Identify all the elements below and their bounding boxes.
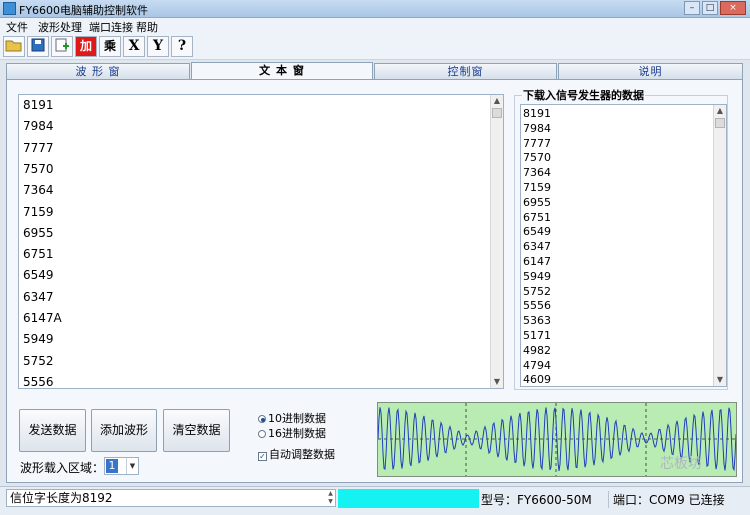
open-folder-icon[interactable]	[3, 36, 25, 57]
save-icon[interactable]	[27, 36, 49, 57]
tab-text[interactable]: 文 本 窗	[191, 62, 373, 80]
close-icon[interactable]: ×	[720, 1, 746, 15]
status-port: 端口：COM9 已连接	[608, 491, 725, 508]
scroll-thumb[interactable]	[492, 108, 502, 118]
y-axis-button[interactable]: Y	[147, 36, 169, 57]
window-title: FY6600电脑辅助控制软件	[19, 4, 149, 17]
send-data-button[interactable]: 发送数据	[19, 409, 86, 452]
list-item: 5363	[523, 314, 551, 328]
text-line: 7570	[23, 161, 54, 176]
auto-adjust-label: 自动调整数据	[269, 448, 335, 461]
toolbar: 加 乘 X Y ?	[0, 34, 750, 60]
list-item: 7570	[523, 151, 551, 165]
chevron-down-icon[interactable]: ▼	[126, 458, 138, 474]
download-group-title: 下载入信号发生器的数据	[522, 87, 645, 103]
text-line: 6955	[23, 225, 54, 240]
load-region-label: 波形载入区域：	[20, 461, 105, 475]
multiply-button[interactable]: 乘	[99, 36, 121, 57]
download-list-scrollbar[interactable]: ▲ ▼	[713, 105, 726, 386]
tab-control[interactable]: 控制窗	[374, 63, 557, 79]
clear-data-button[interactable]: 清空数据	[163, 409, 230, 452]
help-button[interactable]: ?	[171, 36, 193, 57]
text-line: 6549	[23, 268, 54, 283]
radio-selected-icon	[258, 415, 266, 423]
scroll-down-icon[interactable]: ▼	[491, 376, 503, 388]
text-line: 7364	[23, 183, 54, 198]
x-axis-button[interactable]: X	[123, 36, 145, 57]
text-line: 7984	[23, 119, 54, 134]
tab-waveform[interactable]: 波 形 窗	[6, 63, 190, 79]
text-line: 5752	[23, 353, 54, 368]
add-operation-icon[interactable]: 加	[75, 36, 97, 57]
list-item: 4794	[523, 358, 551, 372]
list-item: 4609	[523, 373, 551, 387]
text-line: 8191	[23, 98, 54, 112]
status-message-field[interactable]: 信位字长度为8192 ▲ ▼	[6, 489, 336, 507]
list-item: 5949	[523, 269, 551, 283]
decimal-label: 10进制数据	[268, 412, 326, 425]
text-area-scrollbar[interactable]: ▲ ▼	[490, 95, 503, 388]
list-item: 6347	[523, 240, 551, 254]
list-item: 7777	[523, 136, 551, 150]
text-line: 5556	[23, 374, 54, 389]
list-item: 7984	[523, 121, 551, 135]
status-message: 信位字长度为8192	[10, 491, 113, 505]
list-item: 5752	[523, 284, 551, 298]
status-model: 型号：FY6600-50M	[481, 493, 592, 507]
minimize-icon[interactable]: –	[684, 1, 700, 15]
scroll-up-icon[interactable]: ▲	[714, 105, 726, 117]
radio-empty-icon	[258, 430, 266, 438]
load-region-select[interactable]: 1 ▼	[104, 457, 139, 475]
menu-help[interactable]: 帮助	[136, 19, 158, 35]
menu-wave-process[interactable]: 波形处理	[38, 19, 82, 35]
watermark-text: 芯板坊	[660, 456, 702, 472]
hex-radio[interactable]: 16进制数据	[258, 425, 326, 441]
list-item: 4982	[523, 343, 551, 357]
list-item: 8191	[523, 107, 551, 120]
text-line: 5949	[23, 332, 54, 347]
list-item: 5556	[523, 299, 551, 313]
download-data-list[interactable]: 8191 7984 7777 7570 7364 7159 6955 6751 6549 6347…	[520, 104, 727, 387]
add-waveform-button[interactable]: 添加波形	[91, 409, 157, 452]
status-color-indicator	[338, 489, 479, 508]
tab-strip: 波 形 窗 文 本 窗 控制窗 说明	[6, 62, 743, 80]
tab-instructions[interactable]: 说明	[558, 63, 743, 79]
checkmark-icon: ✓	[258, 452, 267, 461]
auto-adjust-checkbox[interactable]: ✓ 自动调整数据	[258, 446, 335, 462]
list-item: 6955	[523, 195, 551, 209]
text-line: 7159	[23, 204, 54, 219]
scroll-up-icon[interactable]: ▲	[491, 95, 503, 107]
text-line: 7777	[23, 140, 54, 155]
list-item: 6147	[523, 255, 551, 268]
list-item: 6549	[523, 225, 551, 239]
data-text-area[interactable]: 8191 7984 7777 7570 7364 7159 6955 6751 6549 6347…	[18, 94, 504, 389]
text-line: 6347	[23, 289, 54, 304]
scroll-thumb[interactable]	[715, 118, 725, 128]
menu-bar: 文件 波形处理 端口连接 帮助	[0, 18, 750, 34]
decimal-radio[interactable]: 10进制数据	[258, 410, 326, 426]
list-item: 5171	[523, 329, 551, 342]
menu-port-connect[interactable]: 端口连接	[89, 19, 133, 35]
load-region-value: 1	[106, 459, 118, 473]
hex-label: 16进制数据	[268, 427, 326, 440]
menu-file[interactable]: 文件	[6, 19, 28, 35]
list-item: 7364	[523, 166, 551, 180]
spin-arrows-icon[interactable]: ▲ ▼	[326, 490, 335, 506]
maximize-icon[interactable]: □	[702, 1, 718, 15]
app-icon	[3, 2, 16, 15]
watermark: 芯板坊	[660, 453, 702, 473]
scroll-down-icon[interactable]: ▼	[714, 374, 726, 386]
text-line: 6751	[23, 247, 54, 262]
list-item: 6751	[523, 210, 551, 224]
add-icon[interactable]	[51, 36, 73, 57]
title-bar: FY6600电脑辅助控制软件 – □ ×	[0, 0, 750, 18]
text-line: 6147A	[23, 311, 62, 325]
list-item: 7159	[523, 181, 551, 194]
